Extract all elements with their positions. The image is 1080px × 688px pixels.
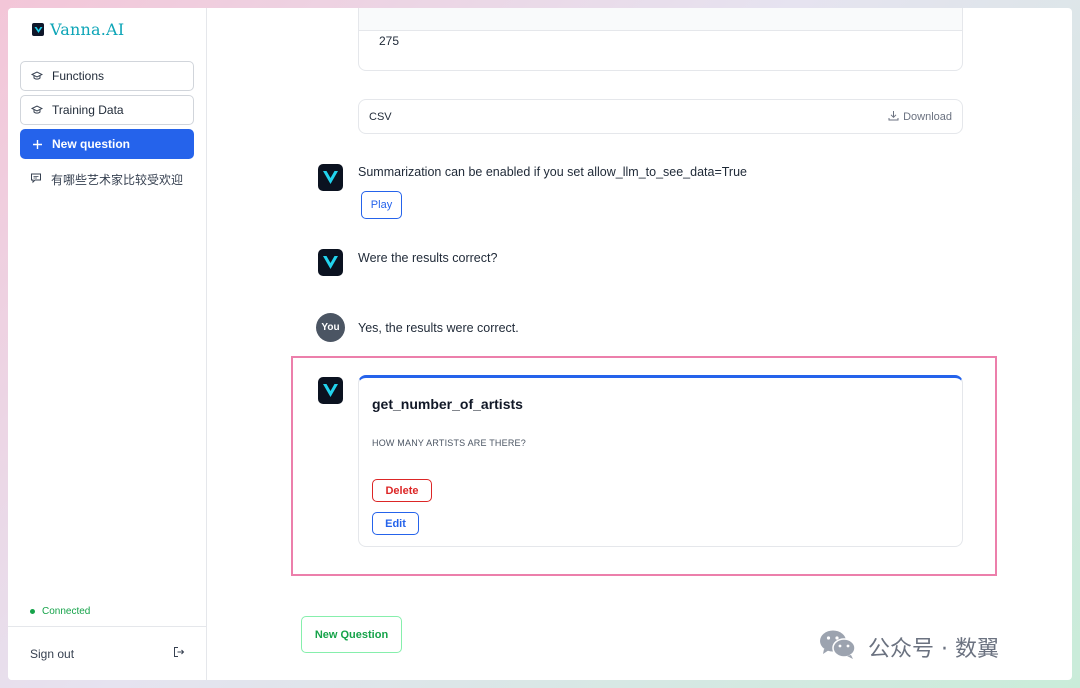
vanna-logo-icon bbox=[323, 384, 338, 397]
status-dot-icon bbox=[30, 609, 35, 614]
sign-out-link[interactable]: Sign out bbox=[30, 647, 74, 661]
history-item[interactable]: 有哪些艺术家比较受欢迎 bbox=[30, 171, 183, 188]
graduation-cap-icon bbox=[31, 70, 43, 82]
sidebar: Vanna.AI Functions Training Data New que… bbox=[8, 8, 207, 680]
csv-label: CSV bbox=[369, 110, 392, 123]
play-button[interactable]: Play bbox=[361, 191, 402, 219]
new-question-button[interactable]: New question bbox=[20, 129, 194, 159]
chat-bubble-icon bbox=[30, 172, 42, 187]
connection-status: Connected bbox=[30, 606, 90, 617]
plus-icon bbox=[31, 138, 43, 150]
download-label: Download bbox=[903, 110, 952, 123]
status-label: Connected bbox=[42, 606, 91, 617]
result-table: 275 bbox=[358, 8, 963, 71]
bot-avatar bbox=[318, 377, 343, 404]
watermark: 公众号 · 数翼 bbox=[818, 628, 999, 666]
vanna-logo-icon bbox=[323, 256, 338, 269]
history-item-label: 有哪些艺术家比较受欢迎 bbox=[51, 173, 184, 187]
chat-area: 275 CSV Download Summarization can be en… bbox=[208, 8, 1072, 680]
bot-avatar bbox=[318, 164, 343, 191]
vanna-logo-icon bbox=[323, 171, 338, 184]
bot-avatar bbox=[318, 249, 343, 276]
csv-bar: CSV Download bbox=[358, 99, 963, 134]
logout-icon[interactable] bbox=[173, 646, 185, 661]
sidebar-item-label: Functions bbox=[52, 69, 105, 83]
graduation-cap-icon bbox=[31, 104, 43, 116]
logo[interactable]: Vanna.AI bbox=[32, 20, 124, 39]
delete-button[interactable]: Delete bbox=[372, 479, 432, 502]
brand-name: Vanna.AI bbox=[50, 20, 125, 39]
sidebar-item-label: New question bbox=[52, 137, 131, 151]
edit-button[interactable]: Edit bbox=[372, 512, 419, 535]
vanna-logo-icon bbox=[32, 23, 44, 36]
user-avatar: You bbox=[316, 313, 345, 342]
app-window: Vanna.AI Functions Training Data New que… bbox=[8, 8, 1072, 680]
wechat-icon bbox=[818, 628, 858, 666]
new-question-bottom-button[interactable]: New Question bbox=[301, 616, 402, 653]
download-button[interactable]: Download bbox=[888, 110, 952, 124]
summary-message: Summarization can be enabled if you set … bbox=[358, 165, 748, 179]
user-message: Yes, the results were correct. bbox=[358, 321, 519, 335]
question-message: Were the results correct? bbox=[358, 251, 498, 265]
function-name: get_number_of_artists bbox=[372, 396, 523, 412]
table-cell: 275 bbox=[379, 34, 400, 48]
sidebar-item-training-data[interactable]: Training Data bbox=[20, 95, 194, 125]
table-header bbox=[359, 8, 962, 31]
sidebar-footer: Sign out bbox=[8, 626, 207, 680]
watermark-text: 公众号 · 数翼 bbox=[868, 637, 999, 662]
sidebar-item-label: Training Data bbox=[52, 103, 124, 117]
function-description: HOW MANY ARTISTS ARE THERE? bbox=[372, 438, 526, 448]
download-icon bbox=[888, 110, 899, 124]
sidebar-item-functions[interactable]: Functions bbox=[20, 61, 194, 91]
function-card: get_number_of_artists HOW MANY ARTISTS A… bbox=[358, 375, 963, 547]
